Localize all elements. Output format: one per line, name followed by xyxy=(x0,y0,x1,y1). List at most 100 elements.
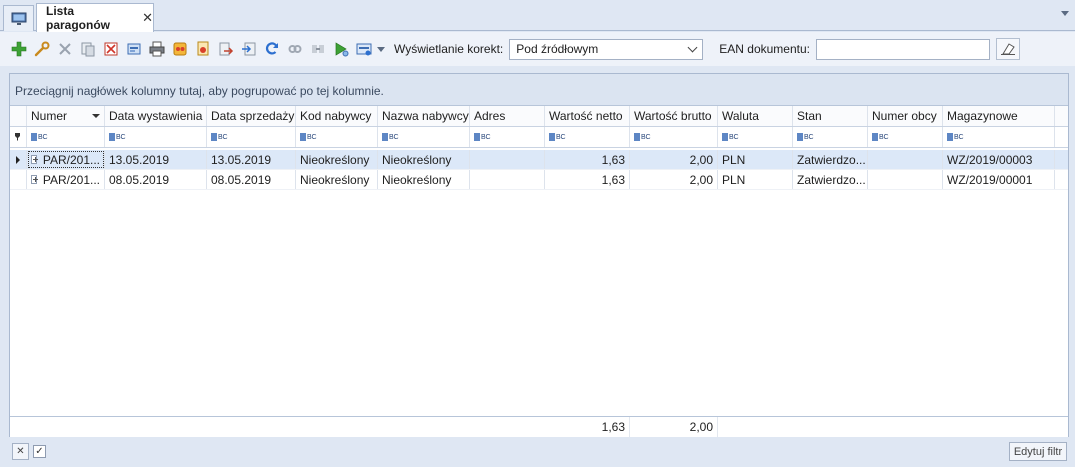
tab-home[interactable] xyxy=(3,5,34,31)
column-header-magazynowe[interactable]: Magazynowe xyxy=(943,106,1055,126)
print-icon xyxy=(149,41,164,57)
clear-filter-x-button[interactable]: ✕ xyxy=(12,442,29,460)
filter-cell[interactable]: BC xyxy=(718,127,793,147)
column-header-numer[interactable]: Numer xyxy=(27,106,105,126)
filter-cell[interactable]: BC xyxy=(630,127,718,147)
cell-stan[interactable]: Zatwierdzo... xyxy=(793,170,868,189)
column-header-nazwa-nabywcy[interactable]: Nazwa nabywcy xyxy=(378,106,470,126)
options-dropdown-arrow[interactable] xyxy=(376,38,386,60)
cell-nazwa-nabywcy[interactable]: Nieokreślony xyxy=(378,170,470,189)
run-icon xyxy=(335,42,348,57)
corrections-label: Wyświetlanie korekt: xyxy=(394,42,504,56)
filter-enabled-checkbox[interactable]: ✓ xyxy=(33,444,46,458)
cell-kod-nabywcy[interactable]: Nieokreślony xyxy=(296,170,378,189)
cell-numer-obcy[interactable] xyxy=(868,150,943,169)
clear-filter-button[interactable] xyxy=(995,38,1020,60)
table-row[interactable]: PAR/201... 08.05.2019 08.05.2019 Nieokre… xyxy=(10,170,1068,190)
refresh-button[interactable] xyxy=(261,38,282,60)
cell-text: PAR/201... xyxy=(42,172,100,187)
transfer-button[interactable] xyxy=(307,38,328,60)
cancel-document-icon xyxy=(104,42,117,56)
delete-button[interactable] xyxy=(54,38,75,60)
cell-waluta[interactable]: PLN xyxy=(718,150,793,169)
column-header-adres[interactable]: Adres xyxy=(470,106,545,126)
corrections-select[interactable]: Pod źródłowym xyxy=(509,38,704,60)
cell-nazwa-nabywcy[interactable]: Nieokreślony xyxy=(378,150,470,169)
column-header-data-sprzedazy[interactable]: Data sprzedaży xyxy=(207,106,296,126)
corrections-select-value: Pod źródłowym xyxy=(516,42,599,56)
generate-button[interactable] xyxy=(169,38,190,60)
column-header-label: Numer obcy xyxy=(872,109,937,123)
abc-filter-icon: BC xyxy=(382,133,399,141)
cell-wartosc-netto[interactable]: 1,63 xyxy=(545,150,630,169)
cell-numer[interactable]: PAR/201... xyxy=(27,150,105,169)
column-header-data-wystawienia[interactable]: Data wystawienia xyxy=(105,106,207,126)
cell-numer-obcy[interactable] xyxy=(868,170,943,189)
column-header-label: Nazwa nabywcy xyxy=(382,109,469,123)
ean-input[interactable] xyxy=(815,38,990,60)
filter-cell[interactable]: BC xyxy=(868,127,943,147)
toolbar: Wyświetlanie korekt: Pod źródłowym EAN d… xyxy=(0,32,1075,66)
filter-cell[interactable]: BC xyxy=(545,127,630,147)
table-row[interactable]: PAR/201... 13.05.2019 13.05.2019 Nieokre… xyxy=(10,150,1068,170)
current-row-arrow-icon xyxy=(16,155,20,164)
cell-wartosc-brutto[interactable]: 2,00 xyxy=(630,150,718,169)
column-header-numer-obcy[interactable]: Numer obcy xyxy=(868,106,943,126)
cell-stan[interactable]: Zatwierdzo... xyxy=(793,150,868,169)
filter-cell[interactable]: BC xyxy=(296,127,378,147)
close-icon: ✕ xyxy=(16,445,25,457)
options-button[interactable] xyxy=(353,38,374,60)
add-button[interactable] xyxy=(8,38,29,60)
cell-data-sprzedazy[interactable]: 08.05.2019 xyxy=(207,170,296,189)
column-header-wartosc-netto[interactable]: Wartość netto xyxy=(545,106,630,126)
cell-magazynowe[interactable]: WZ/2019/00001 xyxy=(943,170,1055,189)
generate-correction-button[interactable] xyxy=(192,38,213,60)
cell-magazynowe[interactable]: WZ/2019/00003 xyxy=(943,150,1055,169)
filter-cell[interactable]: BC xyxy=(207,127,296,147)
row-indicator xyxy=(10,150,27,169)
filter-cell[interactable]: BC xyxy=(470,127,545,147)
edit-wrench-icon xyxy=(34,41,49,57)
filter-cell[interactable]: BC xyxy=(943,127,1055,147)
copy-button[interactable] xyxy=(77,38,98,60)
total-brutto: 2,00 xyxy=(630,417,718,437)
cell-data-wystawienia[interactable]: 13.05.2019 xyxy=(105,150,207,169)
run-button[interactable] xyxy=(330,38,351,60)
expand-row-icon[interactable] xyxy=(31,175,38,184)
group-by-area[interactable]: Przeciągnij nagłówek kolumny tutaj, aby … xyxy=(10,74,1068,106)
filter-cell[interactable]: BC xyxy=(105,127,207,147)
chevron-down-icon xyxy=(377,46,385,52)
column-header-label: Adres xyxy=(474,109,506,123)
cell-waluta[interactable]: PLN xyxy=(718,170,793,189)
group-hint: Przeciągnij nagłówek kolumny tutaj, aby … xyxy=(15,83,384,98)
link-button[interactable] xyxy=(284,38,305,60)
cell-wartosc-brutto[interactable]: 2,00 xyxy=(630,170,718,189)
import-button[interactable] xyxy=(238,38,259,60)
cell-data-sprzedazy[interactable]: 13.05.2019 xyxy=(207,150,296,169)
filter-cell[interactable]: BC xyxy=(27,127,105,147)
cell-adres[interactable] xyxy=(470,150,545,169)
print-button[interactable] xyxy=(146,38,167,60)
cell-numer[interactable]: PAR/201... xyxy=(27,170,105,189)
close-icon[interactable]: ✕ xyxy=(142,10,153,26)
tab-lista-paragonow[interactable]: Lista paragonów ✕ xyxy=(36,3,154,32)
edit-button[interactable] xyxy=(31,38,52,60)
column-header-kod-nabywcy[interactable]: Kod nabywcy xyxy=(296,106,378,126)
tab-list-dropdown-icon[interactable] xyxy=(1061,11,1069,16)
column-header-waluta[interactable]: Waluta xyxy=(718,106,793,126)
cell-data-wystawienia[interactable]: 08.05.2019 xyxy=(105,170,207,189)
cell-wartosc-netto[interactable]: 1,63 xyxy=(545,170,630,189)
export-button[interactable] xyxy=(215,38,236,60)
cell-kod-nabywcy[interactable]: Nieokreślony xyxy=(296,150,378,169)
filter-cell[interactable]: BC xyxy=(793,127,868,147)
cell-adres[interactable] xyxy=(470,170,545,189)
preview-button[interactable] xyxy=(123,38,144,60)
column-header-stan[interactable]: Stan xyxy=(793,106,868,126)
expand-row-icon[interactable] xyxy=(31,155,38,164)
row-indicator xyxy=(10,170,27,189)
cancel-document-button[interactable] xyxy=(100,38,121,60)
filter-cell[interactable]: BC xyxy=(378,127,470,147)
edit-filter-button[interactable]: Edytuj filtr xyxy=(1009,442,1067,461)
column-header-wartosc-brutto[interactable]: Wartość brutto xyxy=(630,106,718,126)
total-netto: 1,63 xyxy=(545,417,630,437)
